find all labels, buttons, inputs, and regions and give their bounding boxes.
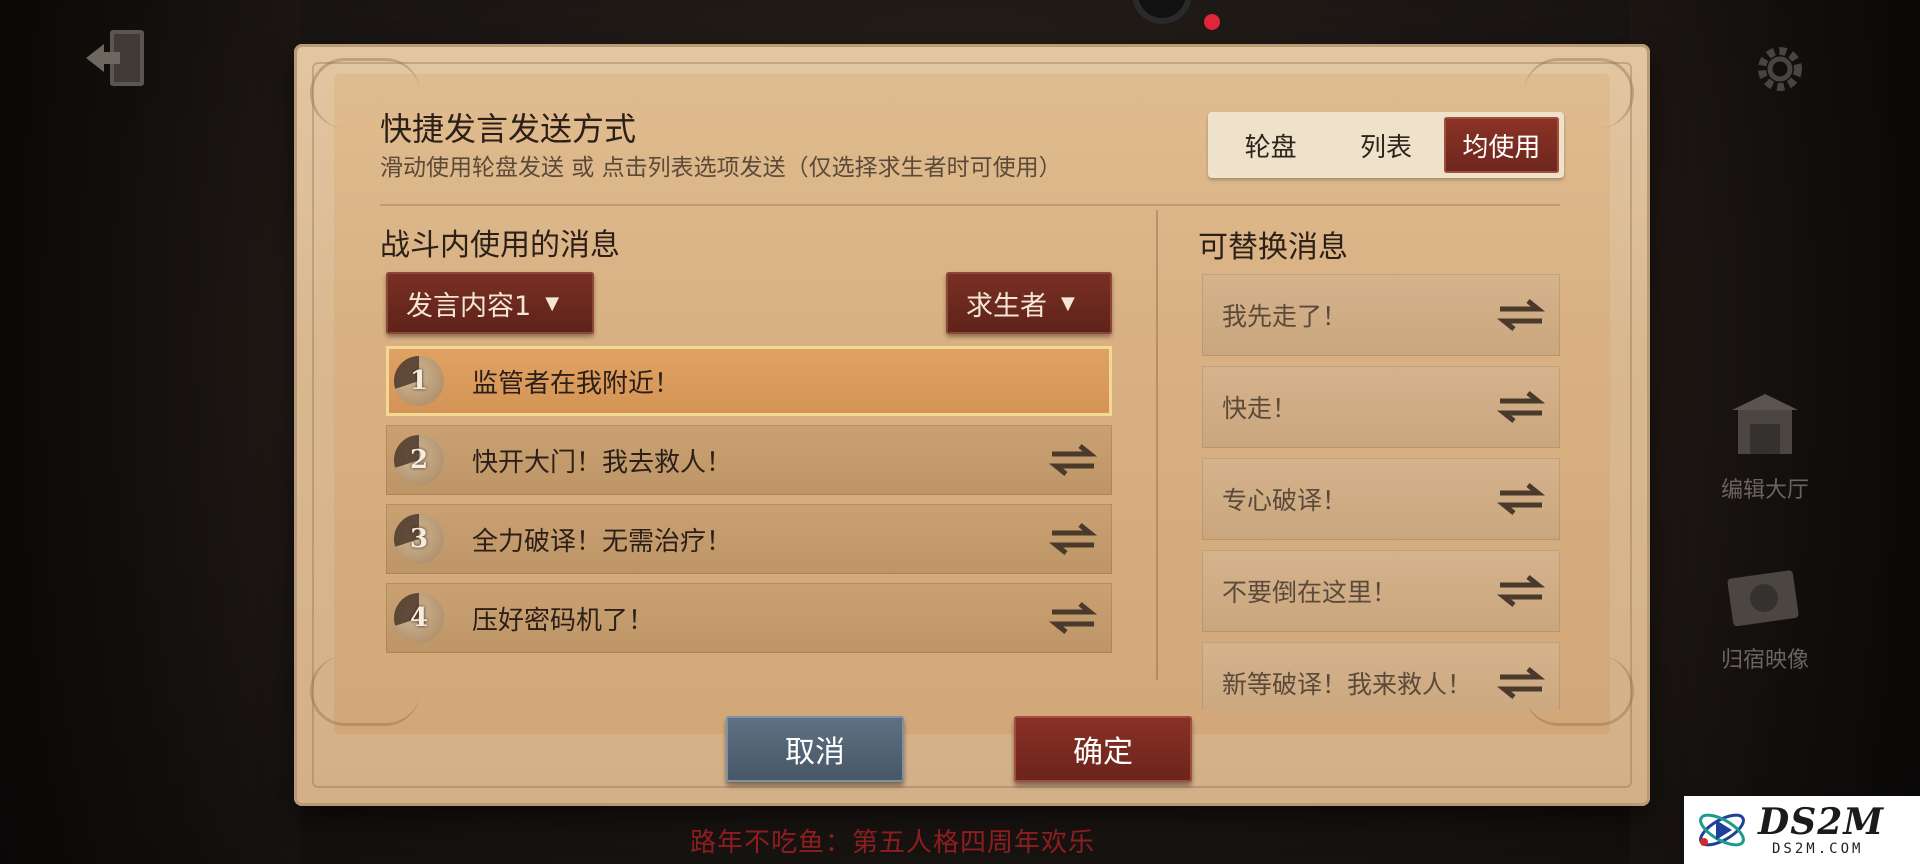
send-mode-wheel[interactable]: 轮盘 <box>1213 117 1328 173</box>
chevron-down-icon: ▼ <box>1061 292 1075 314</box>
settings-button[interactable] <box>1745 34 1815 104</box>
exit-button[interactable] <box>78 18 158 98</box>
message-text: 全力破译！无需治疗！ <box>472 526 733 557</box>
slot-number-badge: 2 <box>394 435 444 485</box>
replaceable-message-item[interactable]: 我先走了！ <box>1202 274 1560 356</box>
slot-number-badge: 1 <box>394 356 444 406</box>
exit-icon <box>86 30 144 86</box>
swap-icon[interactable] <box>1496 479 1546 519</box>
confirm-button[interactable]: 确定 <box>1014 716 1192 782</box>
replaceable-message-text: 专心破译！ <box>1222 486 1348 515</box>
battle-messages-title: 战斗内使用的消息 <box>380 228 620 263</box>
divider <box>1156 210 1158 680</box>
swap-icon[interactable] <box>1496 387 1546 427</box>
content-dropdown-label: 发言内容1 <box>406 290 532 322</box>
message-text: 监管者在我附近！ <box>472 368 681 399</box>
divider <box>380 204 1560 206</box>
swap-icon[interactable] <box>1048 519 1098 559</box>
watermark-title: DS2M <box>1758 801 1885 843</box>
message-slot-3[interactable]: 3 全力破译！无需治疗！ <box>386 504 1112 574</box>
role-dropdown-label: 求生者 <box>966 290 1047 322</box>
gear-icon <box>1758 47 1802 91</box>
logo-icon <box>1699 813 1745 847</box>
replaceable-message-item[interactable]: 专心破译！ <box>1202 458 1560 540</box>
replaceable-message-item[interactable]: 新等破译！我来救人！ <box>1202 642 1560 710</box>
message-text: 压好密码机了！ <box>472 605 655 636</box>
message-slot-2[interactable]: 2 快开大门！我去救人！ <box>386 425 1112 495</box>
slot-number-badge: 4 <box>394 593 444 643</box>
status-indicator <box>1132 0 1192 24</box>
side-menu-label: 归宿映像 <box>1720 648 1809 673</box>
message-text: 快开大门！我去救人！ <box>472 447 733 478</box>
replaceable-message-text: 新等破译！我来救人！ <box>1222 670 1473 699</box>
bottom-caption: 路年不吃鱼：第五人格四周年欢乐 <box>690 828 1096 858</box>
dialog-subtitle: 滑动使用轮盘发送 或 点击列表选项发送（仅选择求生者时可使用） <box>380 155 1062 181</box>
replaceable-message-text: 我先走了！ <box>1222 302 1348 331</box>
watermark-url: DS2M.COM <box>1772 841 1864 857</box>
replaceable-message-text: 快走！ <box>1222 394 1298 423</box>
message-slot-4[interactable]: 4 压好密码机了！ <box>386 583 1112 653</box>
side-menu-label: 编辑大厅 <box>1720 478 1809 503</box>
role-dropdown[interactable]: 求生者 ▼ <box>946 272 1112 334</box>
swap-icon[interactable] <box>1496 571 1546 611</box>
side-menu-return-image[interactable]: 归宿映像 <box>1700 560 1830 674</box>
quick-chat-dialog: 快捷发言发送方式 滑动使用轮盘发送 或 点击列表选项发送（仅选择求生者时可使用）… <box>294 44 1650 806</box>
battle-message-list: 1 监管者在我附近！ 2 快开大门！我去救人！ 3 全力破译！无需治疗！ 4 压… <box>386 346 1112 716</box>
camera-icon <box>1727 570 1799 627</box>
swap-icon[interactable] <box>1048 440 1098 480</box>
background-left <box>0 0 300 864</box>
send-mode-both[interactable]: 均使用 <box>1443 117 1559 173</box>
cancel-button[interactable]: 取消 <box>726 716 904 782</box>
swap-icon[interactable] <box>1048 598 1098 638</box>
slot-number-badge: 3 <box>394 514 444 564</box>
send-mode-toggle: 轮盘 列表 均使用 <box>1208 112 1564 178</box>
replaceable-message-item[interactable]: 快走！ <box>1202 366 1560 448</box>
replaceable-message-list[interactable]: 我先走了！ 快走！ 专心破译！ 不要倒在这里！ 新等破译！我来救人！ <box>1202 274 1560 710</box>
swap-icon[interactable] <box>1496 663 1546 703</box>
chevron-down-icon: ▼ <box>545 292 560 314</box>
swap-icon[interactable] <box>1496 295 1546 335</box>
replaceable-message-text: 不要倒在这里！ <box>1222 578 1398 607</box>
watermark: DS2M DS2M.COM <box>1684 796 1920 864</box>
replaceable-message-item[interactable]: 不要倒在这里！ <box>1202 550 1560 632</box>
notification-dot <box>1204 14 1220 30</box>
side-menu-edit-hall[interactable]: 编辑大厅 <box>1700 390 1830 504</box>
replaceable-messages-title: 可替换消息 <box>1198 230 1348 265</box>
hall-icon <box>1732 394 1798 454</box>
message-slot-1[interactable]: 1 监管者在我附近！ <box>386 346 1112 416</box>
content-dropdown[interactable]: 发言内容1 ▼ <box>386 272 594 334</box>
send-mode-list[interactable]: 列表 <box>1328 117 1443 173</box>
dialog-title: 快捷发言发送方式 <box>380 110 637 148</box>
